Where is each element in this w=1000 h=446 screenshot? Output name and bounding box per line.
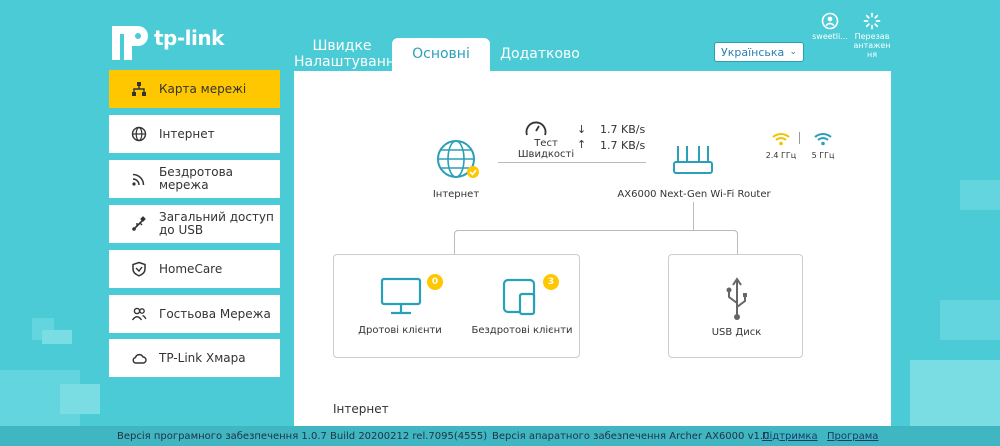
tab-advanced-label: Додатково xyxy=(500,46,580,62)
sidebar-item-label: Гостьова Мережа xyxy=(159,306,271,321)
shield-icon xyxy=(131,261,147,277)
sidebar-item-label: Бездротова мережа xyxy=(159,165,234,192)
sidebar-item-homecare[interactable]: HomeCare xyxy=(109,250,280,288)
sidebar-item-label: Карта мережі xyxy=(159,81,247,96)
cloud-icon xyxy=(131,350,147,366)
sidebar-item-label: HomeCare xyxy=(159,261,223,276)
download-speed: 1.7 KB/s xyxy=(600,123,646,136)
upload-arrow-icon: ↑ xyxy=(577,138,587,151)
internet-node-label: Інтернет xyxy=(432,189,480,200)
app-link[interactable]: Програма xyxy=(827,431,878,442)
tp-link-logo-mark xyxy=(108,20,150,60)
usb-disk-label: USB Диск xyxy=(711,327,762,338)
reboot-icon xyxy=(863,12,881,30)
support-link[interactable]: Підтримка xyxy=(762,431,818,442)
wireless-clients-label: Бездротові клієнти xyxy=(471,325,573,336)
router-node[interactable] xyxy=(670,142,716,178)
router-node-label: AX6000 Next-Gen Wi-Fi Router xyxy=(617,189,771,200)
tab-basic[interactable]: Основні xyxy=(392,38,490,71)
background-decoration xyxy=(910,360,1000,426)
background-decoration xyxy=(42,330,72,344)
internet-router-link xyxy=(498,162,646,163)
usb-disk-icon xyxy=(726,277,747,320)
sidebar-item-label: Інтернет xyxy=(159,126,215,141)
wired-clients-count: 0 xyxy=(427,274,443,290)
internet-section-title: Інтернет xyxy=(333,402,389,416)
mobile-devices-icon xyxy=(502,278,536,316)
tab-basic-label: Основні xyxy=(412,46,470,62)
clients-branch xyxy=(454,230,738,254)
internet-node[interactable] xyxy=(434,137,482,185)
usb-disk-card[interactable]: USB Диск xyxy=(668,254,803,358)
tab-quick-setup-label: Швидке Налаштування xyxy=(294,38,404,70)
upload-speed: 1.7 KB/s xyxy=(600,139,646,152)
language-selected-value: Українська xyxy=(721,45,785,59)
reboot-button[interactable]: Перезав антажен ня xyxy=(852,12,892,59)
background-decoration xyxy=(940,300,1000,340)
monitor-icon xyxy=(380,277,422,315)
sidebar-item-cloud[interactable]: TP-Link Хмара xyxy=(109,339,280,377)
router-down-link xyxy=(693,202,694,230)
sidebar-item-internet[interactable]: Інтернет xyxy=(109,115,280,153)
reboot-label: Перезав антажен ня xyxy=(853,32,891,59)
tab-quick-setup[interactable]: Швидке Налаштування xyxy=(294,38,403,71)
wireless-clients[interactable]: 3 Бездротові клієнти xyxy=(471,272,573,342)
band-divider xyxy=(799,132,800,144)
band-24ghz-label: 2.4 ГГц xyxy=(765,151,797,160)
download-arrow-icon: ↓ xyxy=(577,123,587,136)
tab-advanced[interactable]: Додатково xyxy=(500,38,580,71)
background-decoration xyxy=(960,180,1000,210)
band-5ghz-label: 5 ГГц xyxy=(811,151,835,160)
globe-icon xyxy=(131,126,147,142)
sidebar-item-label: Загальний доступ до USB xyxy=(159,210,274,237)
wired-clients[interactable]: 0 Дротові клієнти xyxy=(358,272,443,342)
wired-clients-label: Дротові клієнти xyxy=(358,325,442,336)
wifi-24ghz-icon xyxy=(772,133,790,146)
sidebar-item-usb-sharing[interactable]: Загальний доступ до USB xyxy=(109,205,280,243)
chevron-down-icon: ⌄ xyxy=(789,47,797,57)
guest-users-icon xyxy=(131,306,147,322)
band-24ghz[interactable]: 2.4 ГГц xyxy=(764,130,798,164)
firmware-version: Версія програмного забезпечення 1.0.7 Bu… xyxy=(117,430,488,442)
footer: Версія програмного забезпечення 1.0.7 Bu… xyxy=(0,426,1000,446)
sidebar-item-label: TP-Link Хмара xyxy=(159,350,246,365)
account-button[interactable]: sweetli... xyxy=(808,12,852,41)
sidebar-item-guest-network[interactable]: Гостьова Мережа xyxy=(109,295,280,333)
wifi-5ghz-icon xyxy=(814,133,832,146)
hardware-version: Версія апаратного забезпечення Archer AX… xyxy=(492,430,770,442)
band-5ghz[interactable]: 5 ГГц xyxy=(806,130,840,164)
account-label: sweetli... xyxy=(812,32,848,41)
sidebar-item-network-map[interactable]: Карта мережі xyxy=(109,70,280,108)
account-icon xyxy=(821,12,839,30)
speedometer-icon xyxy=(525,121,547,136)
language-select[interactable]: Українська ⌄ xyxy=(714,42,804,62)
background-decoration xyxy=(60,384,100,414)
internet-globe-icon xyxy=(437,140,479,178)
speed-test-button[interactable]: Тест Швидкості xyxy=(500,120,584,160)
tp-link-logo[interactable]: tp-link xyxy=(108,20,224,60)
logo-text: tp-link xyxy=(154,26,224,50)
wireless-clients-count: 3 xyxy=(543,274,559,290)
sidebar-item-wireless[interactable]: Бездротова мережа xyxy=(109,160,280,198)
wireless-icon xyxy=(131,171,147,187)
router-icon xyxy=(673,146,713,174)
network-map-icon xyxy=(131,81,147,97)
speed-test-label: Тест Швидкості xyxy=(517,138,575,160)
usb-icon xyxy=(131,216,147,232)
